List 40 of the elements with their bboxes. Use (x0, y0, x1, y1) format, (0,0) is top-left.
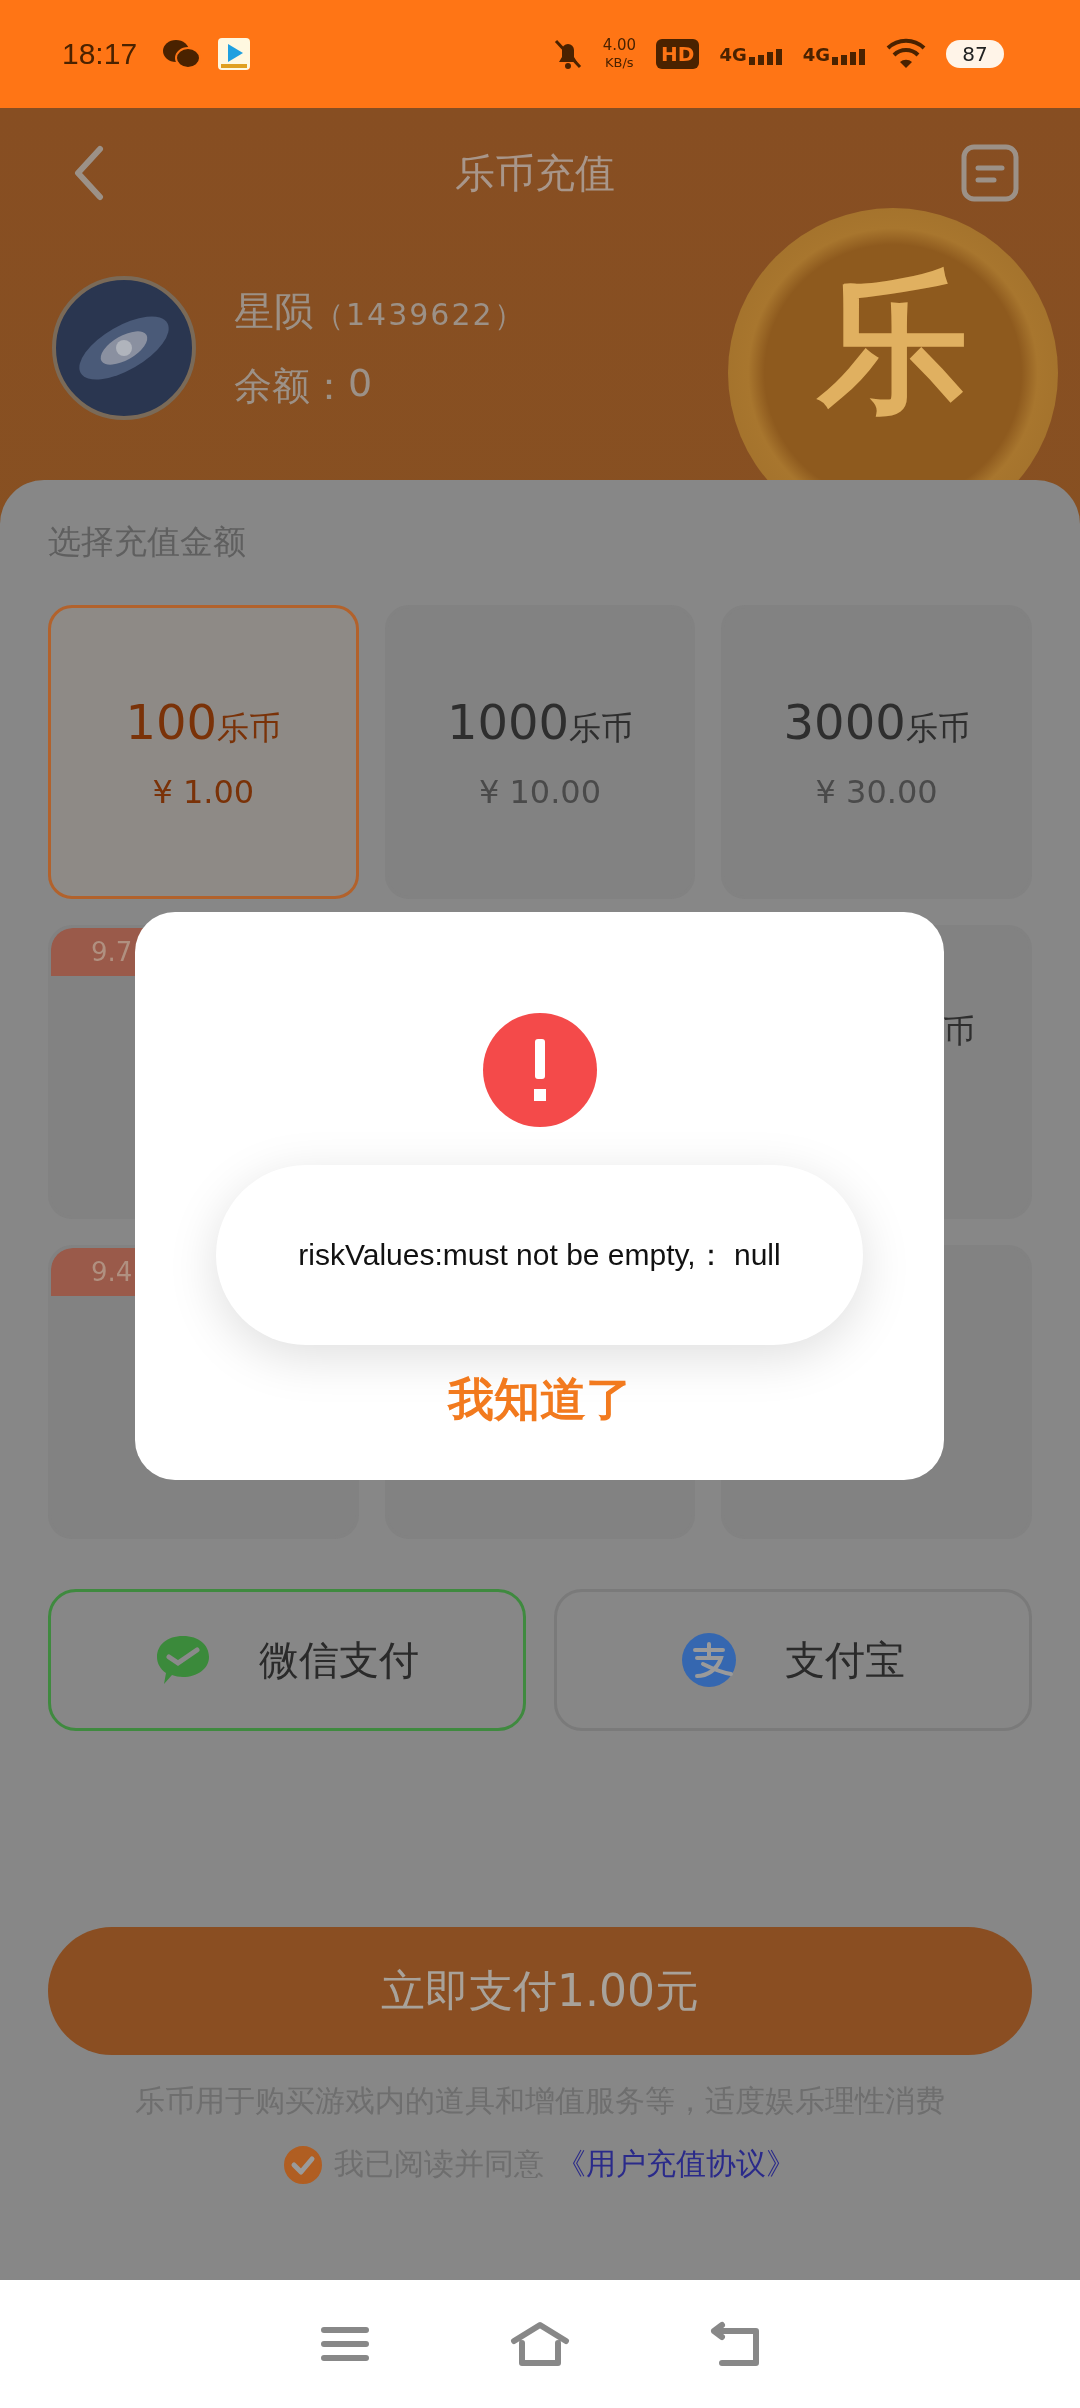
coin-amount: 1000 (446, 693, 570, 750)
coin-unit: 币 (943, 1011, 975, 1052)
package-card[interactable]: 100乐币 ¥ 1.00 (48, 605, 359, 899)
agree-checkbox[interactable] (284, 2145, 322, 2184)
price: ¥ 10.00 (478, 772, 602, 811)
menu-icon[interactable] (320, 2324, 370, 2364)
hd-badge: HD (656, 39, 700, 69)
toast-message: riskValues:must not be empty,： null (216, 1165, 863, 1345)
page-title: 乐币充值 (455, 148, 615, 198)
confirm-button[interactable]: 我知道了 (417, 1359, 662, 1441)
pay-button[interactable]: 立即支付1.00元 (48, 1927, 1032, 2055)
package-card[interactable]: 3000乐币 ¥ 30.00 (721, 605, 1032, 899)
network-speed: 4.00 KB/s (602, 37, 637, 71)
wifi-icon (886, 38, 926, 70)
agreement-link[interactable]: 《用户充值协议》 (556, 2144, 796, 2185)
clock: 18:17 (62, 37, 138, 71)
price: ¥ 1.00 (152, 772, 255, 811)
payment-logo-icon (681, 1632, 737, 1688)
mute-bell-icon (552, 38, 583, 70)
user-id: （1439622） (314, 296, 526, 334)
balance-label: 余额： (234, 363, 348, 410)
menu-icon[interactable] (960, 143, 1020, 203)
payment-option[interactable]: 支付宝 (554, 1589, 1032, 1731)
balance-value: 0 (348, 361, 373, 407)
coin-unit: 乐币 (217, 707, 282, 749)
payment-option[interactable]: 微信支付 (48, 1589, 526, 1731)
coin-unit: 乐币 (905, 707, 970, 749)
alert-icon (482, 1013, 597, 1127)
price: ¥ 30.00 (815, 772, 938, 811)
user-name: 星陨 (234, 287, 314, 336)
signal-indicator: 4G (719, 43, 783, 65)
video-app-icon (217, 37, 252, 71)
package-card[interactable]: 1000乐币 ¥ 10.00 (384, 605, 696, 899)
coin-amount: 100 (125, 693, 218, 750)
battery-indicator: 87 (946, 40, 1004, 68)
signal-indicator: 4G (802, 43, 866, 65)
coin-amount: 3000 (783, 693, 906, 750)
coin-unit: 乐币 (569, 707, 634, 749)
back-icon[interactable] (710, 2321, 760, 2367)
home-icon[interactable] (510, 2321, 570, 2367)
